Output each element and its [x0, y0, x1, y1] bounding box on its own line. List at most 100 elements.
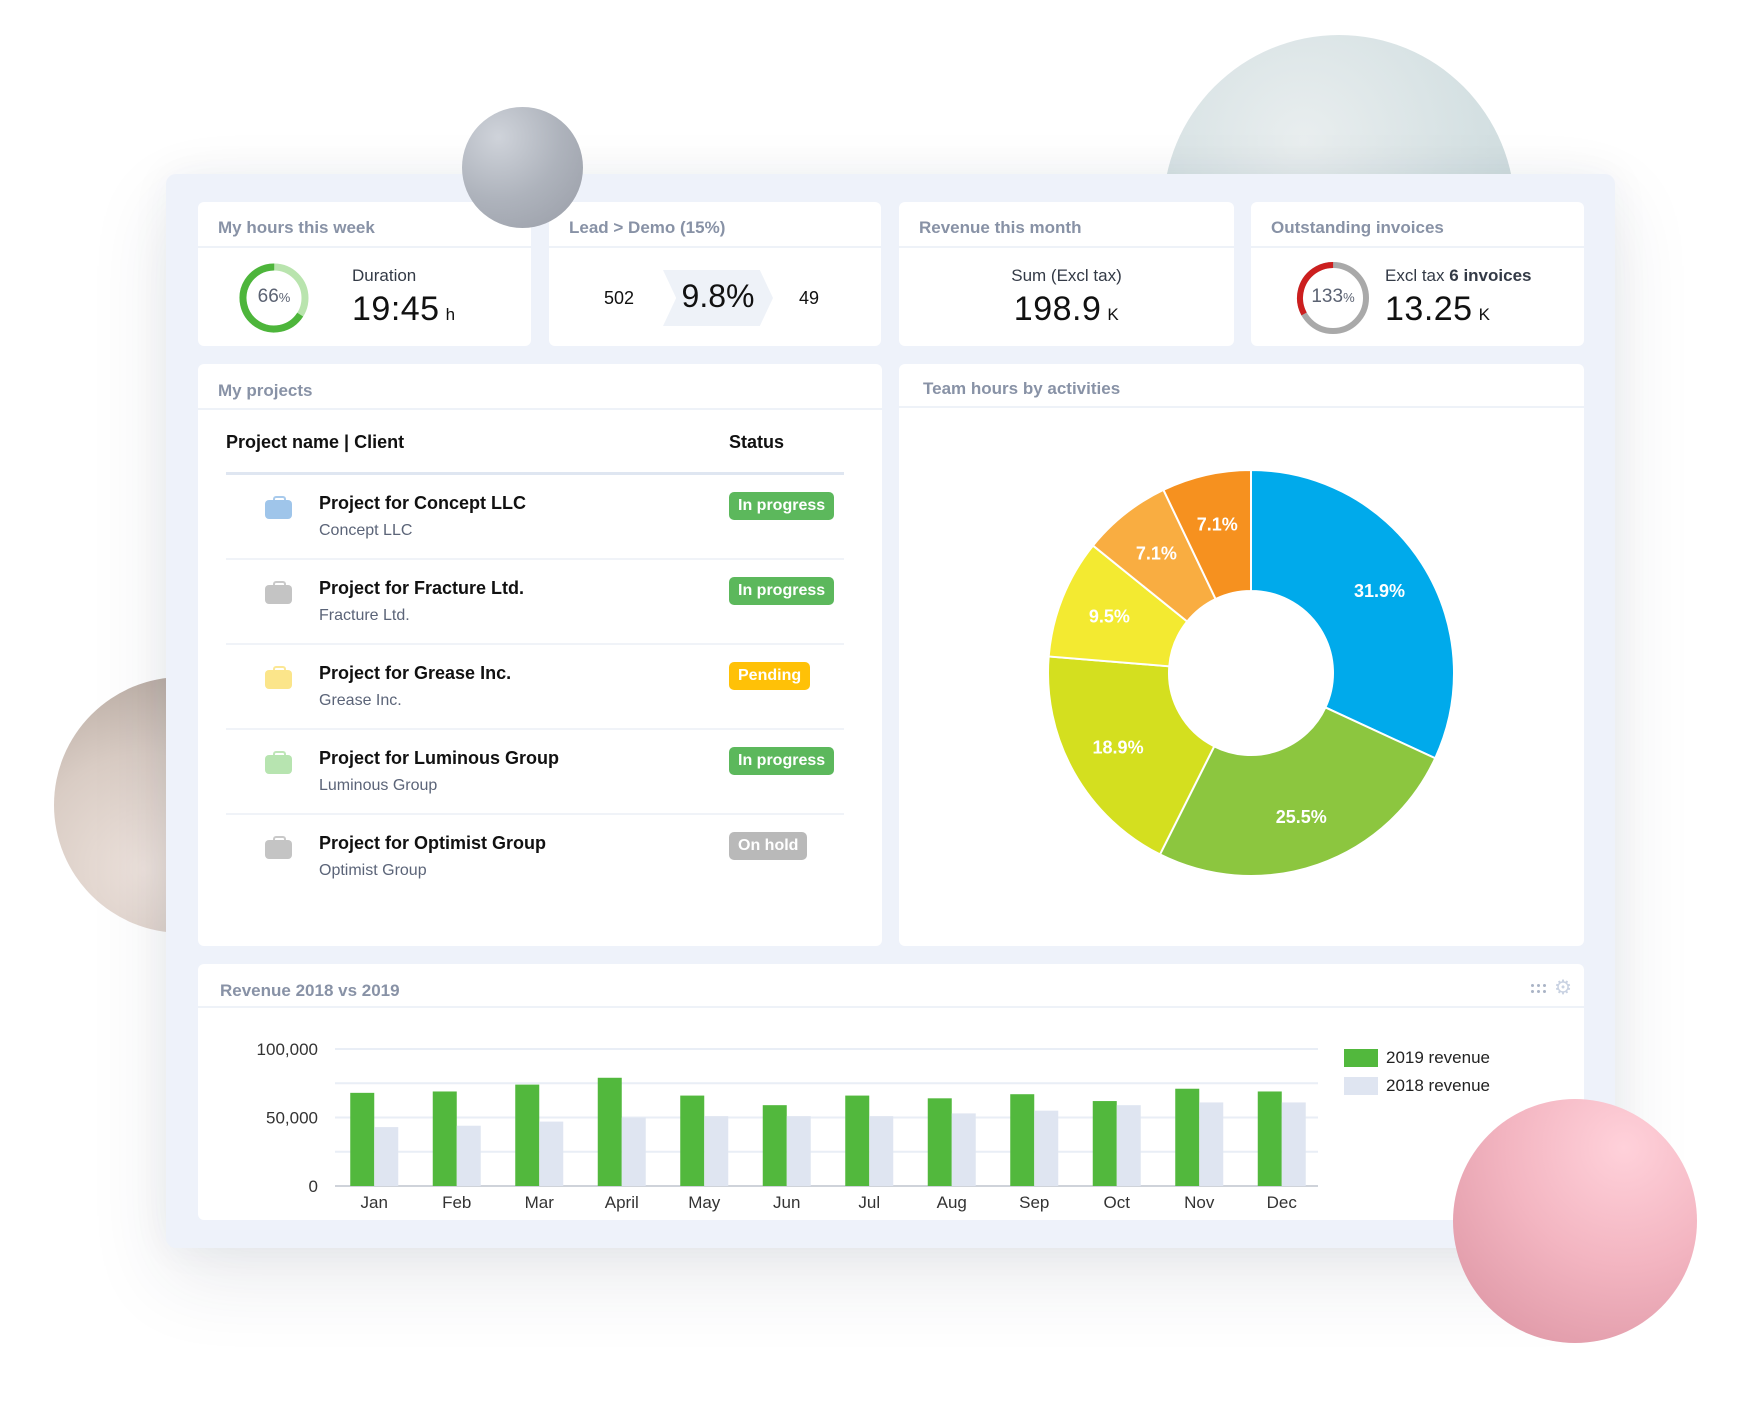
bar-2019-revenue[interactable]: [1010, 1094, 1035, 1186]
card-title: Lead > Demo (15%): [569, 218, 726, 237]
chart-legend: 2019 revenue 2018 revenue: [1344, 1044, 1490, 1100]
x-tick-label: Oct: [1104, 1193, 1131, 1212]
y-tick-label: 100,000: [257, 1040, 318, 1059]
client-name: Fracture Ltd.: [319, 607, 410, 624]
status-badge: In progress: [729, 747, 835, 775]
bar-2018-revenue[interactable]: [621, 1117, 646, 1187]
divider: [1251, 246, 1584, 248]
kpi-card-outstanding-invoices[interactable]: Outstanding invoices 133% Excl tax 6 inv…: [1251, 202, 1584, 346]
legend-label: 2019 revenue: [1386, 1048, 1490, 1067]
bar-2018-revenue[interactable]: [456, 1125, 481, 1186]
table-row[interactable]: Project for Luminous Group Luminous Grou…: [226, 730, 844, 815]
x-tick-label: Aug: [937, 1193, 967, 1212]
team-hours-card: Team hours by activities 31.9% 25.5% 18.9%…: [899, 364, 1584, 946]
column-header-status[interactable]: Status: [729, 432, 784, 453]
x-tick-label: Feb: [442, 1193, 471, 1212]
table-row[interactable]: Project for Optimist Group Optimist Grou…: [226, 815, 844, 900]
client-name: Grease Inc.: [319, 692, 402, 709]
kpi-card-lead-demo[interactable]: Lead > Demo (15%) 502 9.8% 49: [549, 202, 881, 346]
bar-2019-revenue[interactable]: [1092, 1101, 1117, 1186]
team-hours-donut-chart: 31.9% 25.5% 18.9% 9.5% 7.1% 7.1%: [1047, 468, 1455, 877]
bar-2018-revenue[interactable]: [374, 1127, 399, 1186]
status-badge: In progress: [729, 577, 835, 605]
legend-label: 2018 revenue: [1386, 1076, 1490, 1095]
bar-2019-revenue[interactable]: [680, 1095, 705, 1186]
project-name[interactable]: Project for Grease Inc.: [319, 663, 511, 684]
card-title: Revenue this month: [919, 218, 1082, 237]
bar-2018-revenue[interactable]: [951, 1113, 976, 1186]
bar-2018-revenue[interactable]: [869, 1116, 894, 1186]
y-tick-label: 50,000: [266, 1109, 318, 1128]
ring-percent-label: 133%: [1311, 286, 1355, 307]
bar-2019-revenue[interactable]: [1257, 1091, 1282, 1186]
x-tick-label: Jun: [773, 1193, 800, 1212]
bar-2019-revenue[interactable]: [597, 1077, 622, 1186]
revenue-chart-card: Revenue 2018 vs 2019 ⚙ 0 50,000 100,000 Jan…: [198, 964, 1584, 1220]
divider: [899, 246, 1234, 248]
briefcase-icon: [265, 836, 292, 859]
bar-2018-revenue[interactable]: [1116, 1105, 1141, 1186]
bar-2018-revenue[interactable]: [786, 1116, 811, 1186]
client-name: Luminous Group: [319, 777, 438, 794]
slice-label: 18.9%: [1093, 738, 1144, 758]
bar-2018-revenue[interactable]: [1199, 1102, 1224, 1186]
invoices-value: 13.25 K: [1385, 290, 1491, 328]
bar-2018-revenue[interactable]: [539, 1121, 564, 1186]
x-tick-label: Jan: [361, 1193, 388, 1212]
legend-swatch: [1344, 1077, 1378, 1095]
divider: [549, 246, 881, 248]
gear-icon[interactable]: ⚙: [1554, 978, 1572, 998]
project-name[interactable]: Project for Optimist Group: [319, 833, 546, 854]
decorative-sphere-pink: [1453, 1099, 1697, 1343]
bar-2018-revenue[interactable]: [1034, 1110, 1059, 1186]
bar-2018-revenue[interactable]: [704, 1116, 729, 1186]
project-name[interactable]: Project for Fracture Ltd.: [319, 578, 524, 599]
bar-2019-revenue[interactable]: [515, 1084, 540, 1186]
bar-2019-revenue[interactable]: [350, 1092, 375, 1186]
donut-slice[interactable]: [1250, 468, 1455, 760]
slice-label: 7.1%: [1197, 514, 1238, 534]
x-tick-label: Dec: [1267, 1193, 1298, 1212]
table-row[interactable]: Project for Concept LLC Concept LLC In p…: [226, 475, 844, 560]
briefcase-icon: [265, 666, 292, 689]
my-projects-card: My projects Project name | Client Status…: [198, 364, 882, 946]
legend-swatch: [1344, 1049, 1378, 1067]
x-tick-label: Jul: [858, 1193, 880, 1212]
conversion-rate: 9.8%: [681, 278, 755, 314]
decorative-sphere-gray: [462, 107, 583, 228]
table-header: Project name | Client Status: [226, 432, 844, 470]
kpi-card-hours[interactable]: My hours this week 66% Duration 19:45 h: [198, 202, 531, 346]
table-row[interactable]: Project for Fracture Ltd. Fracture Ltd. …: [226, 560, 844, 645]
slice-label: 25.5%: [1276, 807, 1327, 827]
project-name[interactable]: Project for Concept LLC: [319, 493, 526, 514]
divider: [198, 246, 531, 248]
card-title: My projects: [218, 381, 313, 400]
drag-handle-icon[interactable]: [1531, 983, 1547, 993]
x-tick-label: Nov: [1184, 1193, 1215, 1212]
legend-item-2019[interactable]: 2019 revenue: [1344, 1044, 1490, 1072]
status-badge: In progress: [729, 492, 835, 520]
column-header-project[interactable]: Project name | Client: [226, 432, 404, 452]
project-name[interactable]: Project for Luminous Group: [319, 748, 559, 769]
bar-2019-revenue[interactable]: [762, 1105, 787, 1186]
bar-2018-revenue[interactable]: [1281, 1102, 1306, 1186]
revenue-sub-label: Sum (Excl tax): [1011, 266, 1122, 285]
briefcase-icon: [265, 581, 292, 604]
y-tick-label: 0: [309, 1177, 318, 1196]
bar-2019-revenue[interactable]: [845, 1095, 870, 1186]
bar-2019-revenue[interactable]: [927, 1098, 952, 1186]
table-row[interactable]: Project for Grease Inc. Grease Inc. Pend…: [226, 645, 844, 730]
legend-item-2018[interactable]: 2018 revenue: [1344, 1072, 1490, 1100]
bar-2019-revenue[interactable]: [1175, 1088, 1200, 1186]
duration-value: 19:45 h: [352, 290, 456, 328]
demo-count: 49: [799, 288, 820, 308]
slice-label: 9.5%: [1089, 606, 1130, 626]
kpi-card-revenue[interactable]: Revenue this month Sum (Excl tax) 198.9 K: [899, 202, 1234, 346]
card-title: Outstanding invoices: [1271, 218, 1444, 237]
client-name: Concept LLC: [319, 522, 413, 539]
bar-2019-revenue[interactable]: [432, 1091, 457, 1186]
x-tick-label: Sep: [1019, 1193, 1049, 1212]
x-tick-label: Mar: [525, 1193, 555, 1212]
card-title: My hours this week: [218, 218, 375, 237]
client-name: Optimist Group: [319, 862, 427, 879]
